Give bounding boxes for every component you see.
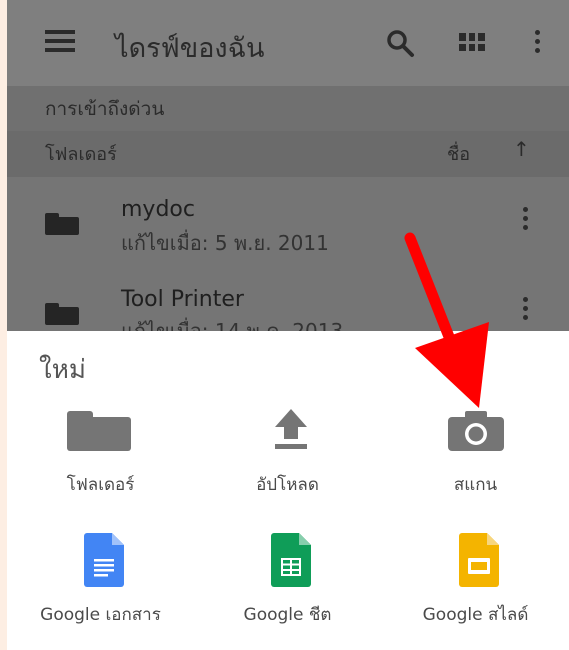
upload-icon: [275, 409, 307, 449]
list-header: โฟลเดอร์ ชื่อ ↑: [7, 131, 569, 177]
google-docs-label: Google เอกสาร: [40, 605, 161, 625]
file-row[interactable]: mydoc แก้ไขเมื่อ: 5 พ.ย. 2011: [7, 177, 569, 268]
folder-icon: [67, 411, 133, 451]
file-name: Tool Printer: [121, 287, 244, 312]
google-slides-icon: [459, 533, 499, 587]
file-row[interactable]: Tool Printer แก้ไขเมื่อ: 14 พ.ค. 2013: [7, 267, 569, 343]
google-sheets-label: Google ชีต: [243, 605, 332, 625]
google-docs-icon: [84, 533, 124, 587]
file-modified: แก้ไขเมื่อ: 5 พ.ย. 2011: [121, 231, 329, 255]
page-title: ไดรฟ์ของฉัน: [115, 33, 265, 64]
folder-icon: [45, 303, 79, 325]
camera-icon: [448, 411, 504, 451]
quick-access-bar[interactable]: การเข้าถึงด่วน: [7, 86, 569, 131]
search-icon[interactable]: [385, 28, 415, 58]
more-vert-icon[interactable]: [523, 297, 529, 323]
quick-access-label: การเข้าถึงด่วน: [45, 98, 165, 120]
folder-icon: [45, 213, 79, 235]
upload-label: อัปโหลด: [256, 475, 319, 495]
sheet-title: ใหม่: [39, 355, 86, 385]
google-sheets-icon: [271, 533, 311, 587]
app-toolbar: ไดรฟ์ของฉัน: [7, 0, 569, 86]
new-item-bottom-sheet: ใหม่ โฟลเดอร์ อัปโหลด สแกน Google เอกสาร…: [7, 331, 569, 650]
drive-screen: ไดรฟ์ของฉัน การเข้าถึงด่วน โฟลเดอร์ ชื่อ…: [7, 0, 569, 650]
more-vert-icon[interactable]: [535, 30, 541, 56]
hamburger-menu-icon[interactable]: [45, 30, 75, 52]
file-name: mydoc: [121, 197, 195, 222]
grid-view-icon[interactable]: [459, 33, 485, 51]
folders-section-label: โฟลเดอร์: [45, 144, 117, 165]
more-vert-icon[interactable]: [523, 207, 529, 233]
arrow-up-icon[interactable]: ↑: [513, 137, 530, 161]
sort-by-name-button[interactable]: ชื่อ: [447, 139, 470, 168]
new-folder-label: โฟลเดอร์: [66, 475, 135, 495]
google-slides-label: Google สไลด์: [422, 605, 529, 625]
scan-label: สแกน: [453, 475, 498, 495]
